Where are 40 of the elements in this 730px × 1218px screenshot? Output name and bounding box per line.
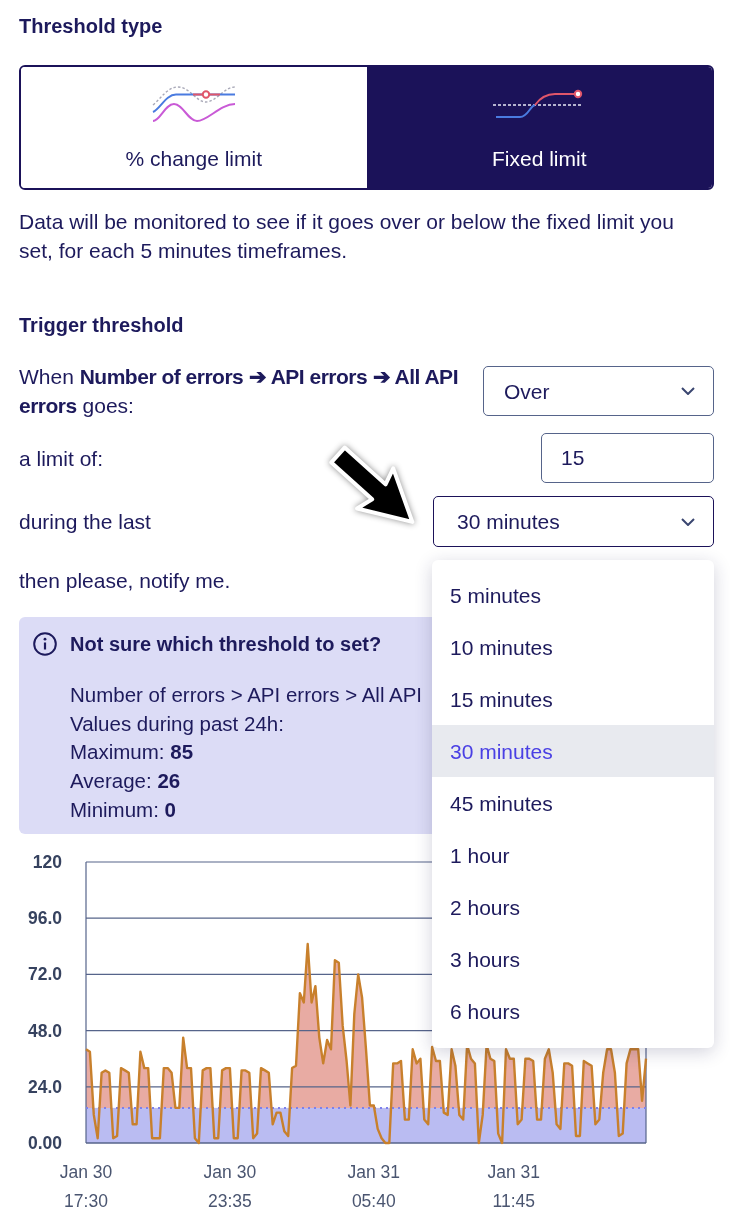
row-label: then please, notify me. (19, 568, 231, 594)
info-text: Maximum: 85 (70, 739, 194, 766)
dropdown-option[interactable]: 15 minutes (432, 673, 714, 725)
y-axis-label: 72.0 (27, 963, 62, 984)
info-icon (33, 632, 57, 656)
section-heading: Threshold type (19, 14, 163, 38)
x-axis-label: Jan 31 11:45 (487, 1161, 541, 1211)
y-axis-label: 0.00 (27, 1132, 62, 1153)
info-text: Average: 26 (70, 768, 181, 795)
dropdown-option[interactable]: 10 minutes (432, 621, 714, 673)
description-text: Data will be monitored to see if it goes over or below the fixed limit you set, for each 5 minutes timeframes. (19, 209, 675, 264)
dropdown-option[interactable]: 5 minutes (432, 569, 714, 621)
info-text: Values during past 24h: (70, 710, 284, 737)
dropdown-option[interactable]: 3 hours (432, 933, 714, 985)
dropdown-option[interactable]: 1 hour (432, 829, 714, 881)
dropdown-option[interactable]: 2 hours (432, 881, 714, 933)
y-axis-label: 96.0 (27, 907, 62, 928)
x-axis-label: Jan 30 23:35 (203, 1161, 257, 1211)
y-axis-label: 120 (32, 851, 62, 872)
dropdown-field[interactable]: 30 minutes (433, 496, 714, 547)
dropdown-field[interactable]: Over (483, 366, 714, 416)
y-axis-label: 48.0 (27, 1020, 62, 1041)
dropdown-option[interactable]: 6 hours (432, 985, 714, 1037)
threshold-type-option[interactable]: Fixed limit (366, 67, 712, 188)
info-title: Not sure which threshold to set? (70, 632, 382, 657)
info-text: Minimum: 0 (70, 796, 176, 823)
row-label: during the last (19, 509, 151, 535)
y-axis-label: 24.0 (27, 1076, 62, 1097)
wavy-lines-icon (151, 85, 236, 123)
row-label: a limit of: (19, 445, 104, 472)
section-heading: Trigger threshold (19, 313, 184, 337)
x-axis-label: Jan 31 05:40 (347, 1161, 401, 1211)
dropdown-option[interactable]: 30 minutes (432, 725, 714, 777)
chevron-down-icon (681, 517, 695, 526)
dropdown-option[interactable]: 45 minutes (432, 777, 714, 829)
info-text: Number of errors > API errors > All API (70, 682, 423, 708)
x-axis-label: Jan 30 17:30 (59, 1161, 113, 1211)
limit-input[interactable]: 15 (541, 433, 714, 483)
chevron-down-icon (681, 387, 695, 395)
row-label: When Number of errors ➔ API errors ➔ All API errors goes: (19, 364, 459, 419)
